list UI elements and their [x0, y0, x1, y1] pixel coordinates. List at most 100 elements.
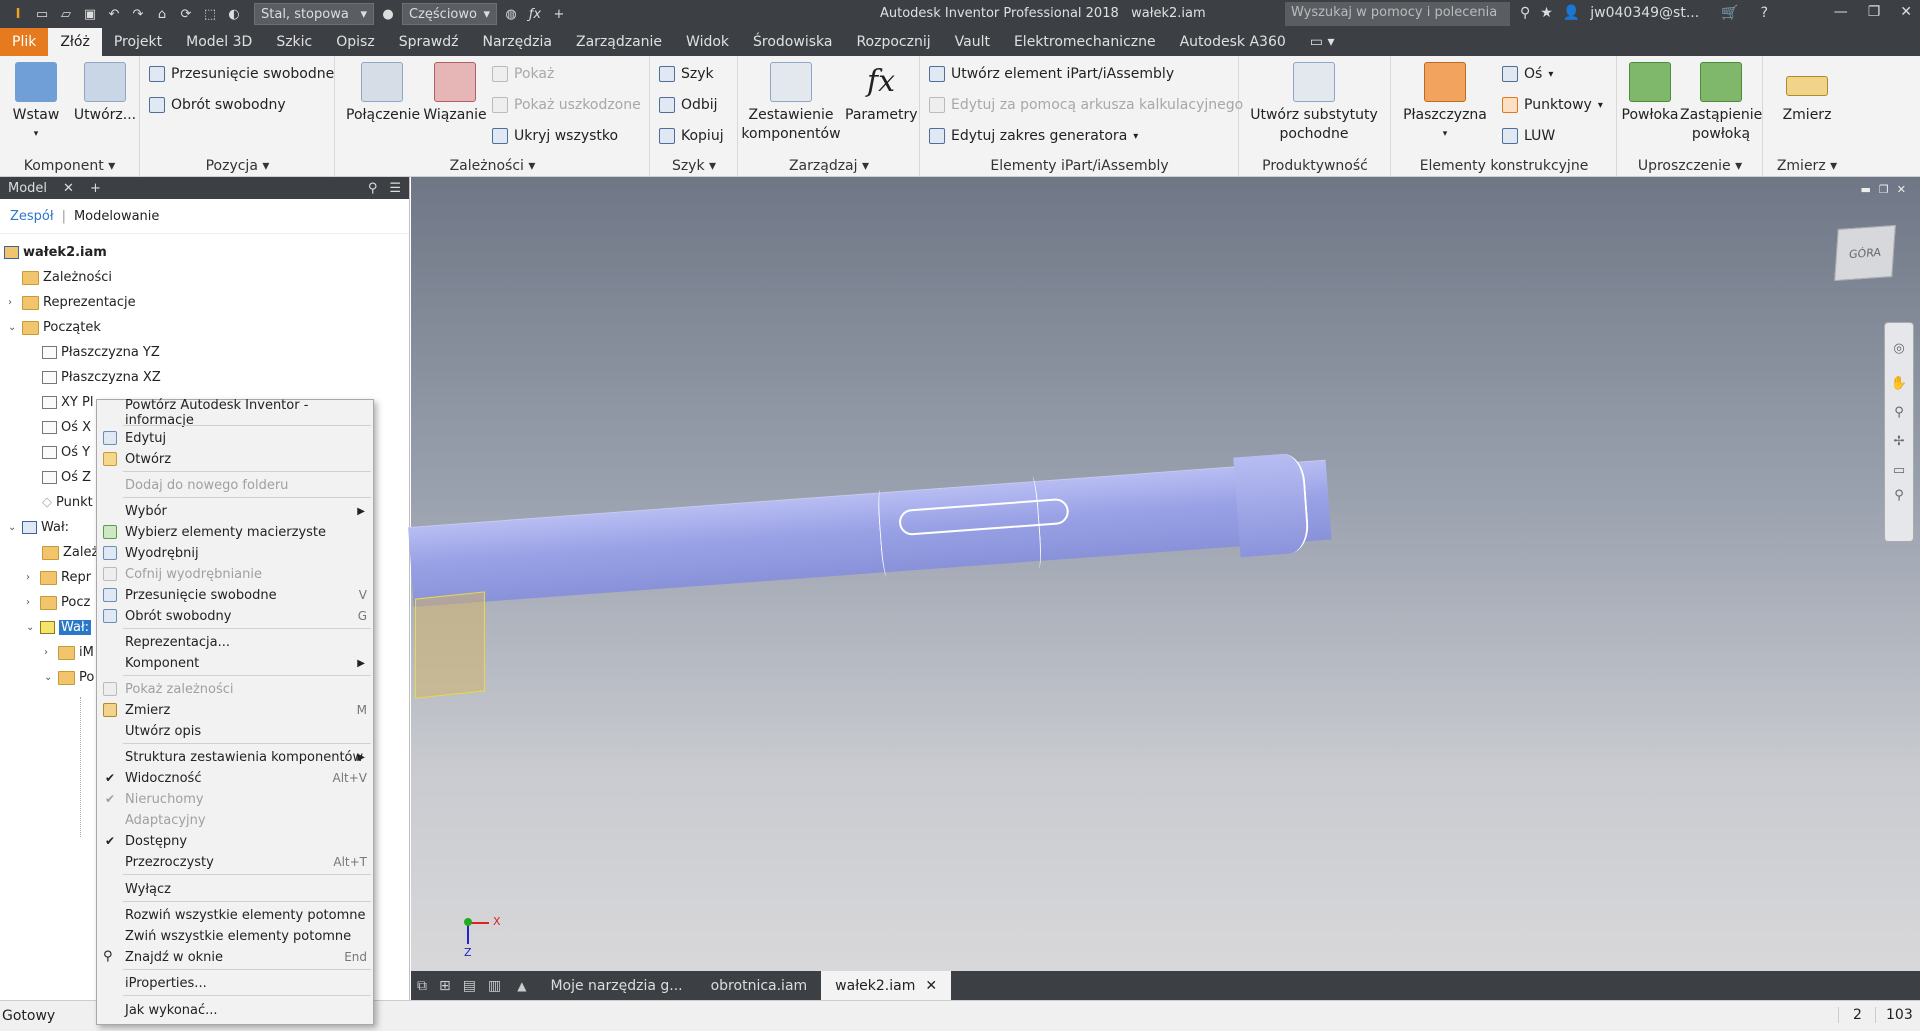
tab-zarzadzanie[interactable]: Zarządzanie [564, 28, 674, 56]
home-icon[interactable]: ⌂ [152, 5, 172, 23]
chevron-right-icon[interactable]: › [44, 647, 54, 658]
close-icon[interactable]: ✕ [1897, 183, 1906, 196]
tree-node-imate[interactable]: › iM [44, 645, 94, 660]
tree-node-plaszczyzna-yz[interactable]: Płaszczyzna YZ [42, 345, 160, 360]
tab-zespol[interactable]: Zespół [10, 209, 54, 224]
clear-appearance-icon[interactable]: ◍ [501, 5, 521, 23]
tab-plik[interactable]: Plik [0, 28, 49, 56]
menu-item-wybor[interactable]: Wybór ▶ [97, 501, 373, 521]
panel-title-szyk[interactable]: Szyk ▾ [651, 158, 737, 174]
cart-icon[interactable]: 🛒 [1721, 5, 1738, 21]
szyk-button[interactable]: Szyk [659, 66, 714, 82]
steering-wheel-icon[interactable]: ◎ [1885, 341, 1913, 356]
viewcube[interactable]: GÓRA [1834, 224, 1896, 282]
panel-title-zarzadzaj[interactable]: Zarządzaj ▾ [739, 158, 919, 174]
tab-modelowanie[interactable]: Modelowanie [74, 209, 159, 224]
tab-list-icon[interactable]: ▲ [507, 979, 536, 993]
tree-node-wal-selected[interactable]: ⌄ Wał: [26, 620, 92, 635]
punktowy-button[interactable]: Punktowy ▾ [1502, 97, 1603, 113]
save-icon[interactable]: ▣ [80, 5, 100, 23]
polaczenie-button[interactable]: Połączenie [346, 62, 420, 125]
user-icon[interactable]: 👤 [1563, 5, 1580, 21]
undo-icon[interactable]: ↶ [104, 5, 124, 23]
utworz-ipart-button[interactable]: Utwórz element iPart/iAssembly [929, 66, 1174, 82]
tree-node-poczatek-3[interactable]: ⌄ Po [44, 670, 94, 685]
menu-item-cofnij-wyodrebnianie[interactable]: Cofnij wyodrębnianie [97, 564, 373, 584]
orbit-icon[interactable]: ✢ [1885, 434, 1913, 449]
tab-model-3d[interactable]: Model 3D [174, 28, 264, 56]
appearance-dropdown[interactable]: Częściowo ▾ [402, 3, 497, 25]
minimize-icon[interactable]: — [1834, 4, 1848, 20]
restore-icon[interactable]: ❐ [1879, 183, 1889, 196]
tab-narzedzia[interactable]: Narzędzia [471, 28, 564, 56]
zestawienie-komponentow-button[interactable]: Zestawienie komponentów [741, 62, 841, 144]
menu-item-komponent[interactable]: Komponent ▶ [97, 653, 373, 673]
help-icon[interactable]: ? [1761, 5, 1768, 21]
tree-node-wal-1[interactable]: ⌄ Wał: [8, 520, 69, 535]
material-dropdown[interactable]: Stal, stopowa ▾ [254, 3, 374, 25]
menu-item-obrot[interactable]: Obrót swobodny G [97, 606, 373, 626]
utworz-substytuty-button[interactable]: Utwórz substytuty pochodne [1244, 62, 1384, 144]
tab-zloz[interactable]: Złóż [48, 28, 102, 56]
luw-button[interactable]: LUW [1502, 128, 1555, 144]
help-search-input[interactable]: Wyszukaj w pomocy i polecenia [1285, 2, 1510, 26]
panel-title-uproszczenie[interactable]: Uproszczenie ▾ [1618, 158, 1762, 174]
tree-root[interactable]: wałek2.iam [4, 245, 107, 260]
menu-item-wyodrebnij[interactable]: Wyodrębnij [97, 543, 373, 563]
plaszczyzna-button[interactable]: Płaszczyzna ▾ [1400, 62, 1490, 144]
star-icon[interactable]: ★ [1540, 5, 1553, 21]
color-icon[interactable]: ◐ [224, 5, 244, 23]
zoom-icon[interactable]: ⚲ [1885, 405, 1913, 420]
minimize-icon[interactable]: ▬ [1861, 183, 1871, 196]
menu-icon[interactable]: ☰ [389, 181, 401, 196]
menu-item-struktura[interactable]: Struktura zestawienia komponentów ▶ [97, 747, 373, 767]
menu-item-przezroczysty[interactable]: Przezroczysty Alt+T [97, 852, 373, 872]
close-icon[interactable]: ✕ [63, 181, 74, 196]
tab-srodowiska[interactable]: Środowiska [741, 28, 844, 56]
menu-item-zmierz[interactable]: Zmierz M [97, 700, 373, 720]
powloka-button[interactable]: Powłoka [1620, 62, 1680, 125]
pokaz-button[interactable]: Pokaż [492, 66, 554, 82]
tree-node-poczatek-2[interactable]: › Pocz [26, 595, 90, 610]
new-icon[interactable]: ▭ [32, 5, 52, 23]
menu-item-reprezentacja[interactable]: Reprezentacja... [97, 632, 373, 652]
parametry-button[interactable]: fx Parametry [845, 62, 918, 125]
close-icon[interactable]: ✕ [1900, 4, 1912, 20]
vertical-icon[interactable]: ▥ [482, 978, 507, 994]
menu-item-otworz[interactable]: Otwórz [97, 449, 373, 469]
menu-item-dodaj-folder[interactable]: Dodaj do nowego folderu [97, 475, 373, 495]
panel-title-zmierz[interactable]: Zmierz ▾ [1764, 158, 1850, 174]
menu-item-wybierz-macierzyste[interactable]: Wybierz elementy macierzyste [97, 522, 373, 542]
menu-item-pokaz-zaleznosci[interactable]: Pokaż zależności [97, 679, 373, 699]
tree-node-plaszczyzna-xz[interactable]: Płaszczyzna XZ [42, 370, 161, 385]
tree-node-reprezentacje-2[interactable]: › Repr [26, 570, 91, 585]
obrot-swobodny-button[interactable]: Obrót swobodny [149, 97, 286, 113]
tab-szkic[interactable]: Szkic [264, 28, 324, 56]
menu-item-przesuniecie[interactable]: Przesunięcie swobodne V [97, 585, 373, 605]
doc-tab-obrotnica[interactable]: obrotnica.iam [697, 971, 822, 1000]
panel-title-zaleznosci[interactable]: Zależności ▾ [336, 158, 649, 174]
menu-item-powtorz[interactable]: Powtórz Autodesk Inventor - informacje [97, 398, 373, 428]
tab-rozpocznij[interactable]: Rozpocznij [844, 28, 942, 56]
tree-node-reprezentacje[interactable]: › Reprezentacje [8, 295, 136, 310]
graphics-viewport[interactable]: ▬ ❐ ✕ GÓRA ◎ ✋ ⚲ ✢ ▭ ⚲ X Z [408, 177, 1920, 971]
pokaz-uszkodzone-button[interactable]: Pokaż uszkodzone [492, 97, 641, 113]
tab-widok[interactable]: Widok [674, 28, 741, 56]
binoculars-icon[interactable]: ⚲ [1520, 5, 1530, 21]
menu-item-rozwin[interactable]: Rozwiń wszystkie elementy potomne [97, 905, 373, 925]
tab-opisz[interactable]: Opisz [324, 28, 386, 56]
tab-extra-dropdown[interactable]: ▭ ▾ [1298, 28, 1347, 56]
wstaw-button[interactable]: Wstaw ▾ [8, 62, 64, 144]
search-icon[interactable]: ⚲ [368, 181, 378, 196]
menu-item-adaptacyjny[interactable]: Adaptacyjny [97, 810, 373, 830]
doc-tab-moje-narzedzia[interactable]: Moje narzędzia g... [536, 971, 696, 1000]
menu-item-widocznosc[interactable]: ✔ Widoczność Alt+V [97, 768, 373, 788]
menu-item-znajdz[interactable]: ⚲ Znajdź w oknie End [97, 947, 373, 967]
cascade-icon[interactable]: ⧉ [411, 978, 433, 994]
os-button[interactable]: Oś ▾ [1502, 66, 1553, 82]
tree-node-os-y[interactable]: Oś Y [42, 445, 90, 460]
menu-item-edytuj[interactable]: Edytuj [97, 428, 373, 448]
tab-sprawdz[interactable]: Sprawdź [387, 28, 471, 56]
menu-item-jak-wykonac[interactable]: Jak wykonać... [97, 1000, 373, 1020]
menu-item-utworz-opis[interactable]: Utwórz opis [97, 721, 373, 741]
